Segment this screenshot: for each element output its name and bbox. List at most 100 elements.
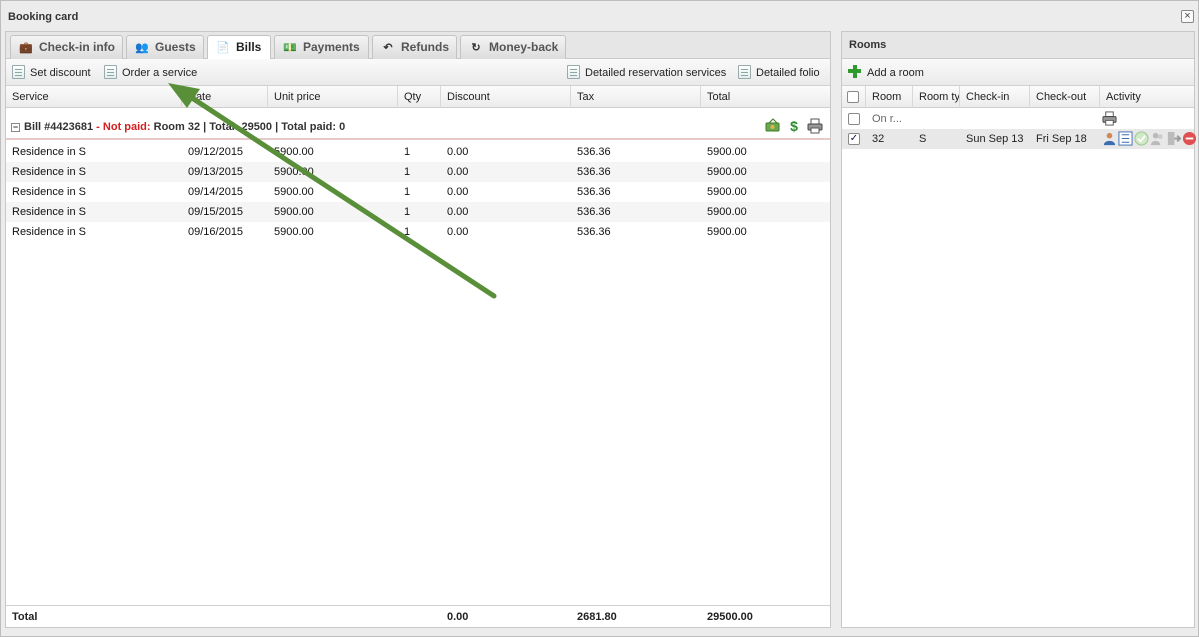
set-discount-button[interactable]: Set discount <box>12 65 91 81</box>
cancel-icon[interactable] <box>1182 131 1197 146</box>
cell-tax: 536.36 <box>577 166 611 178</box>
cell-date: 09/15/2015 <box>188 206 244 218</box>
tab-refunds[interactable]: ↶ Refunds <box>372 35 457 59</box>
cell-qty: 1 <box>404 226 411 238</box>
room-placeholder-row[interactable]: On r... <box>842 109 1194 129</box>
cell-qty: 1 <box>404 206 411 218</box>
tab-label: Check-in info <box>39 40 116 54</box>
totals-tax: 2681.80 <box>577 611 617 623</box>
tab-label: Refunds <box>401 40 449 54</box>
column-header-total[interactable]: Total <box>701 86 831 108</box>
tab-bar: 💼 Check-in info 👥 Guests 📄 Bills 💵 Payments … <box>6 32 830 60</box>
cell-total: 5900.00 <box>707 146 747 158</box>
rooms-grid-header: Room Room ty Check-in Check-out Activity <box>842 86 1194 108</box>
row-checkbox[interactable]: ✓ <box>848 133 860 145</box>
column-header-date[interactable]: Date <box>182 86 268 108</box>
room-type: S <box>919 133 927 145</box>
briefcase-icon: 💼 <box>19 42 33 54</box>
tab-guests[interactable]: 👥 Guests <box>126 35 204 59</box>
cell-discount: 0.00 <box>447 186 469 198</box>
bills-grid-header: Service Date Unit price Qty Discount Tax… <box>6 86 830 108</box>
column-header-room[interactable]: Room <box>866 86 913 108</box>
column-header-activity[interactable]: Activity <box>1100 86 1194 108</box>
undo-arrow-icon: ↶ <box>383 42 393 54</box>
column-header-unit-price[interactable]: Unit price <box>268 86 398 108</box>
cell-qty: 1 <box>404 146 411 158</box>
check-in-date: Sun Sep 13 <box>966 133 1024 145</box>
button-label: Detailed reservation services <box>585 67 727 79</box>
cell-unit-price: 5900.00 <box>274 186 314 198</box>
column-header-tax[interactable]: Tax <box>571 86 701 108</box>
bill-status: Not paid: <box>102 121 151 133</box>
tab-label: Guests <box>155 40 196 54</box>
guest-icon[interactable] <box>1102 131 1117 146</box>
check-out-icon[interactable] <box>1166 131 1182 146</box>
order-service-button[interactable]: Order a service <box>104 65 197 81</box>
printer-icon[interactable] <box>807 118 823 134</box>
rooms-panel: Rooms Add a room Room Room ty Check-in C… <box>841 31 1197 628</box>
cell-tax: 536.36 <box>577 206 611 218</box>
totals-total: 29500.00 <box>707 611 753 623</box>
edit-document-icon <box>104 65 117 79</box>
check-out-date: Fri Sep 18 <box>1036 133 1087 145</box>
room-placeholder-text: On r... <box>872 113 902 125</box>
tab-check-in-info[interactable]: 💼 Check-in info <box>10 35 123 59</box>
add-room-button[interactable]: Add a room <box>848 65 924 81</box>
column-header-check-out[interactable]: Check-out <box>1030 86 1100 108</box>
printer-icon[interactable] <box>1102 111 1117 126</box>
cell-date: 09/16/2015 <box>188 226 244 238</box>
cell-unit-price: 5900.00 <box>274 206 314 218</box>
cell-date: 09/14/2015 <box>188 186 244 198</box>
cell-total: 5900.00 <box>707 186 747 198</box>
rooms-title: Rooms <box>842 32 1194 59</box>
collapse-toggle[interactable]: − <box>11 123 20 132</box>
table-row[interactable]: Residence in S 09/14/2015 5900.00 1 0.00 536.… <box>6 182 830 202</box>
booking-card-window: Booking card × 💼 Check-in info 👥 Guests 📄 B… <box>0 0 1199 637</box>
cell-total: 5900.00 <box>707 166 747 178</box>
check-circle-icon[interactable] <box>1134 131 1149 146</box>
column-header-discount[interactable]: Discount <box>441 86 571 108</box>
column-header-room-type[interactable]: Room ty <box>913 86 960 108</box>
cell-qty: 1 <box>404 186 411 198</box>
cell-tax: 536.36 <box>577 186 611 198</box>
totals-row: Total 0.00 2681.80 29500.00 <box>6 605 830 627</box>
user-group-icon[interactable] <box>1150 131 1165 146</box>
cell-discount: 0.00 <box>447 206 469 218</box>
table-row[interactable]: Residence in S 09/15/2015 5900.00 1 0.00 536.… <box>6 202 830 222</box>
column-header-qty[interactable]: Qty <box>398 86 441 108</box>
bills-toolbar: Set discount Order a service Detailed re… <box>6 59 830 86</box>
cell-qty: 1 <box>404 166 411 178</box>
detailed-folio-button[interactable]: Detailed folio <box>738 65 820 81</box>
room-row[interactable]: ✓ 32 S Sun Sep 13 Fri Sep 18 <box>842 129 1197 149</box>
row-checkbox[interactable] <box>848 113 860 125</box>
tab-bills[interactable]: 📄 Bills <box>207 35 271 60</box>
cell-unit-price: 5900.00 <box>274 166 314 178</box>
select-all-checkbox[interactable] <box>847 91 859 103</box>
tab-label: Bills <box>236 40 262 54</box>
edit-document-icon <box>12 65 25 79</box>
list-icon[interactable] <box>1118 131 1133 146</box>
detailed-reservation-services-button[interactable]: Detailed reservation services <box>567 65 726 81</box>
column-header-check-in[interactable]: Check-in <box>960 86 1030 108</box>
cell-discount: 0.00 <box>447 146 469 158</box>
button-label: Detailed folio <box>756 67 820 79</box>
table-row[interactable]: Residence in S 09/13/2015 5900.00 1 0.00 536.… <box>6 162 830 182</box>
tab-payments[interactable]: 💵 Payments <box>274 35 369 59</box>
cell-unit-price: 5900.00 <box>274 226 314 238</box>
table-row[interactable]: Residence in S 09/12/2015 5900.00 1 0.00 536.… <box>6 142 830 162</box>
cell-date: 09/12/2015 <box>188 146 244 158</box>
edit-document-icon <box>738 65 751 79</box>
tab-money-back[interactable]: ↻ Money-back <box>460 35 566 59</box>
close-button[interactable]: × <box>1181 10 1194 23</box>
cell-service: Residence in S <box>12 186 86 198</box>
column-header-service[interactable]: Service <box>6 86 182 108</box>
table-row[interactable]: Residence in S 09/16/2015 5900.00 1 0.00 536.… <box>6 222 830 242</box>
cell-tax: 536.36 <box>577 226 611 238</box>
plus-icon <box>848 65 861 78</box>
dollar-icon[interactable]: $ <box>786 118 802 134</box>
bill-separator: - <box>93 121 103 133</box>
window-title: Booking card <box>8 11 79 23</box>
bill-number: Bill #4423681 <box>24 121 94 133</box>
pay-money-icon[interactable] <box>765 118 781 134</box>
users-icon: 👥 <box>135 42 149 54</box>
